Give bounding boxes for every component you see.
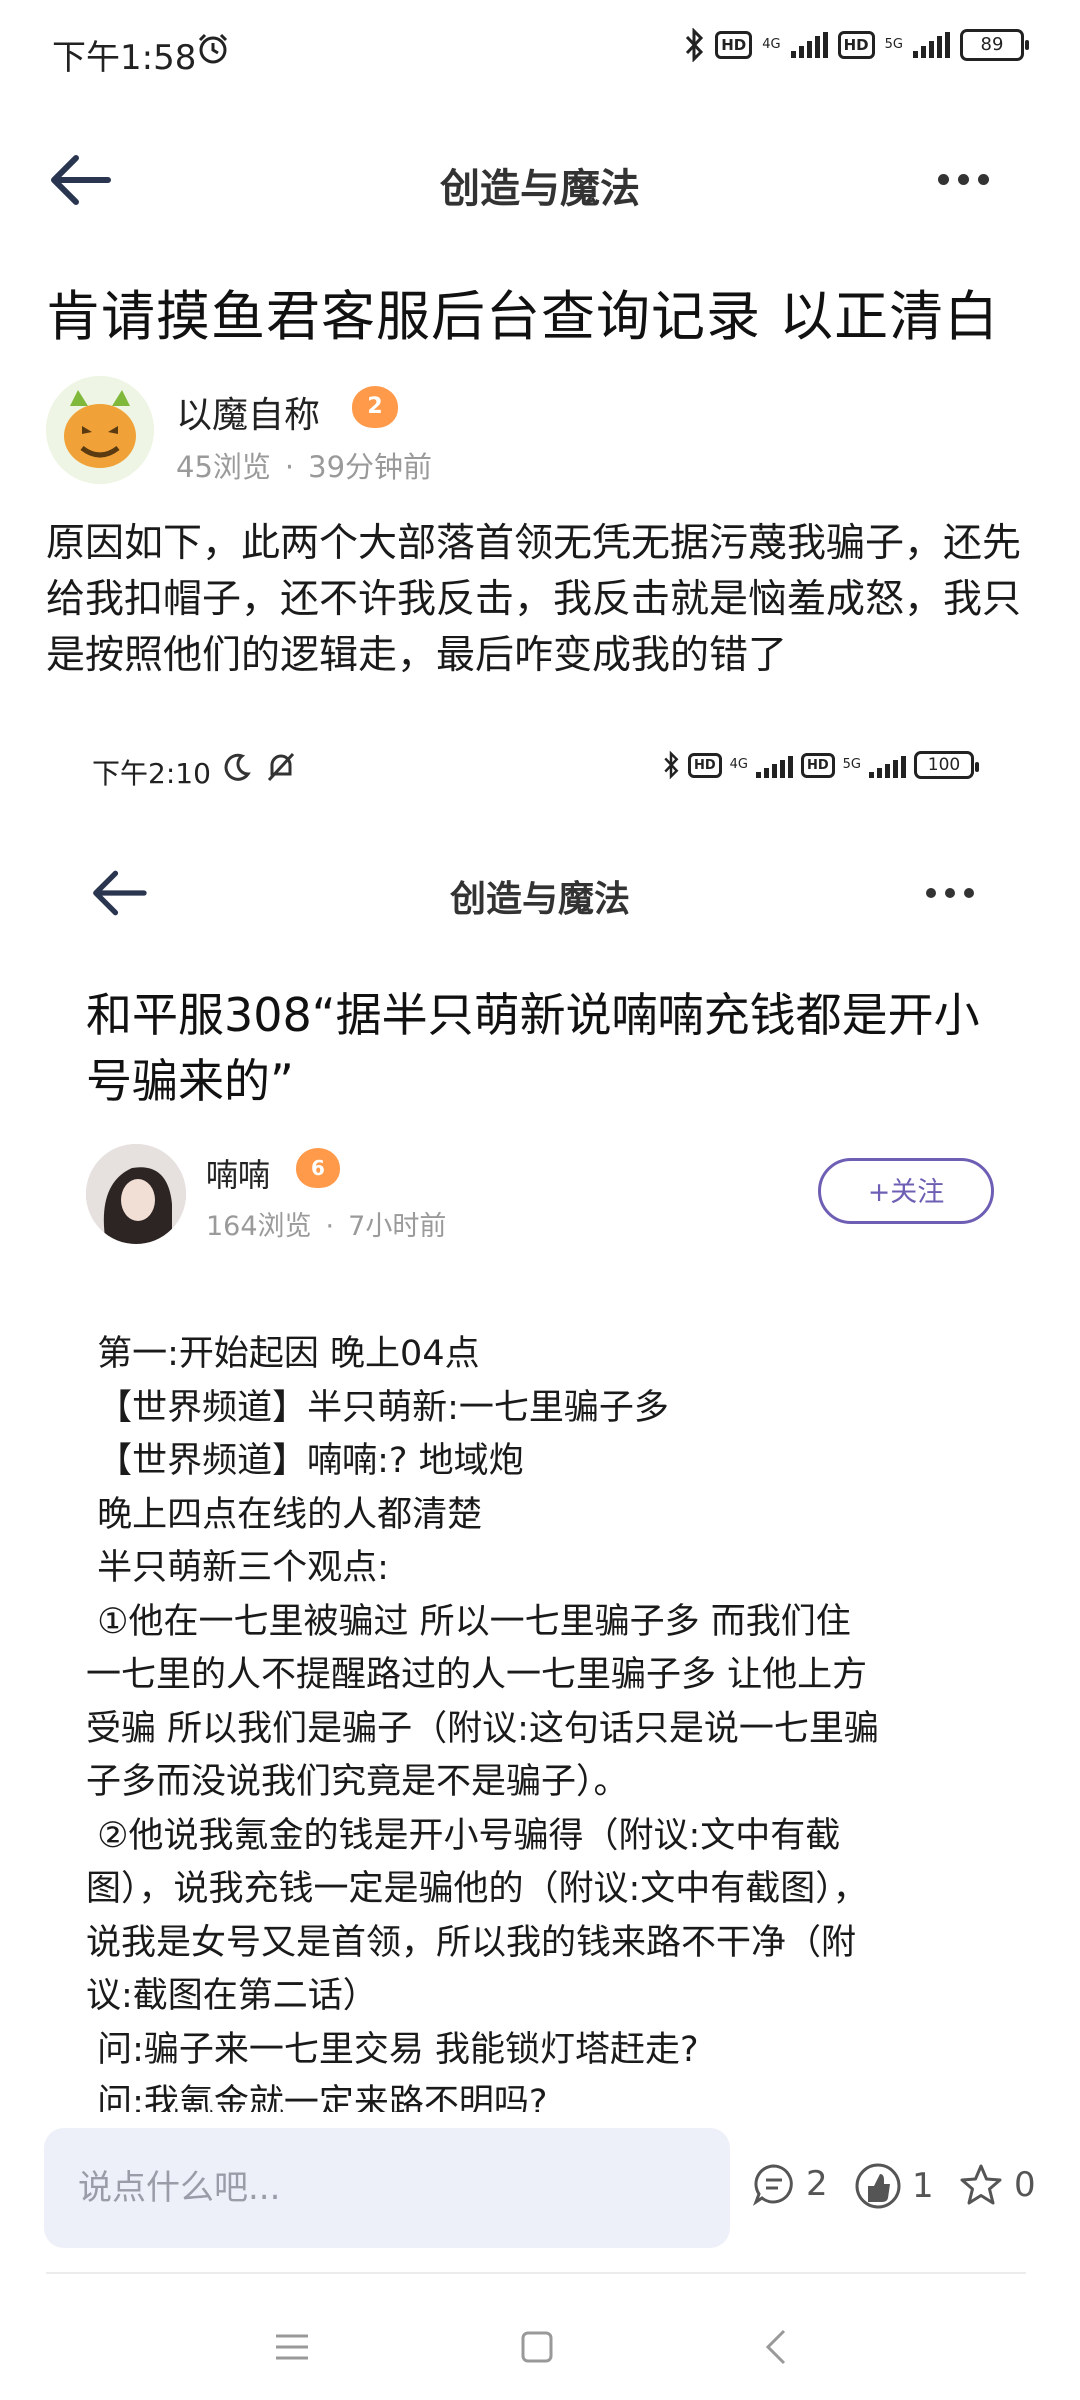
- embedded-meta-dot: ·: [325, 1211, 335, 1242]
- favorite-count: 0: [1014, 2165, 1036, 2205]
- signal-icon: [790, 32, 828, 58]
- bottom-divider: [46, 2272, 1026, 2274]
- content-line: 受骗 所以我们是骗子（附议:这句话只是说一七里骗: [86, 1708, 879, 1749]
- embedded-signal-icon: [755, 752, 793, 778]
- embedded-bluetooth-icon: [664, 750, 679, 780]
- back-icon[interactable]: [764, 2328, 788, 2366]
- content-line: 图），说我充钱一定是骗他的（附议:文中有截图），: [86, 1869, 868, 1909]
- content-line: 半只萌新三个观点:: [86, 1548, 389, 1588]
- embedded-view-count: 164浏览: [206, 1211, 312, 1242]
- status-time: 下午1:58: [52, 38, 197, 78]
- content-line: 议:截图在第二话）: [86, 1976, 378, 2016]
- content-line: 【世界频道】喃喃:? 地域炮: [86, 1441, 524, 1481]
- content-line: 晚上四点在线的人都清楚: [86, 1494, 483, 1535]
- view-count: 45浏览: [176, 450, 271, 484]
- content-line: 说我是女号又是首领，所以我的钱来路不干净（附: [86, 1922, 857, 1963]
- embedded-screenshot[interactable]: 下午2:10 HD 4G HD 5G 100 创造与魔法 和平服308“据半只萌…: [0, 720, 1080, 2120]
- bluetooth-icon: [686, 28, 704, 62]
- girl-avatar-icon: [86, 1144, 186, 1244]
- hd-badge: HD: [715, 31, 753, 59]
- signal-icon-2: [913, 32, 950, 58]
- embedded-level-badge: 6: [296, 1148, 340, 1188]
- like-count: 1: [912, 2166, 934, 2206]
- content-line: 子多而没说我们究竟是不是骗子）。: [86, 1762, 629, 1802]
- mute-bell-icon: [267, 752, 295, 782]
- comment-input[interactable]: 说点什么吧...: [44, 2128, 730, 2248]
- moon-icon: [224, 753, 251, 781]
- alarm-icon: [198, 33, 228, 64]
- embedded-post-title: 和平服308“据半只萌新说喃喃充钱都是开小号骗来的”: [86, 988, 980, 1108]
- level-badge: 2: [352, 386, 398, 428]
- comment-count-button[interactable]: 2: [752, 2162, 828, 2206]
- menu-icon[interactable]: [274, 2332, 310, 2362]
- hd-badge-2: HD: [837, 31, 875, 59]
- embedded-signal-icon-2: [869, 752, 906, 778]
- post-meta: 45浏览 · 39分钟前: [176, 444, 432, 486]
- content-line: 第一:开始起因 晚上04点: [86, 1334, 480, 1374]
- content-line: 问:骗子来一七里交易 我能锁灯塔赶走?: [86, 2029, 699, 2070]
- network-type-2: 5G: [884, 37, 903, 52]
- nav-bar: 创造与魔法: [0, 130, 1080, 230]
- comment-bar: 说点什么吧... 2 1 0: [0, 2112, 1080, 2248]
- embedded-post-content: 第一:开始起因 晚上04点 【世界频道】半只萌新:一七里骗子多 【世界频道】喃喃…: [86, 1328, 1016, 2120]
- content-line: ②他说我氪金的钱是开小号骗得（附议:文中有截: [86, 1815, 841, 1856]
- more-options-icon[interactable]: [938, 174, 989, 185]
- star-icon: [960, 2164, 1002, 2205]
- author-name[interactable]: 以魔自称: [176, 386, 320, 438]
- embedded-network-type-1: 4G: [729, 757, 748, 772]
- like-count-button[interactable]: 1: [854, 2162, 934, 2210]
- embedded-status-icons: HD 4G HD 5G 100: [662, 750, 979, 780]
- embedded-post-meta: 164浏览 · 7小时前: [206, 1204, 446, 1243]
- embedded-more-icon: [926, 888, 974, 898]
- nav-title: 创造与魔法: [440, 166, 640, 212]
- post-body: 原因如下，此两个大部落首领无凭无据污蔑我骗子，还先给我扣帽子，还不许我反击，我反…: [46, 521, 1022, 678]
- comment-icon: [752, 2164, 793, 2206]
- embedded-battery-icon: 100: [914, 751, 979, 779]
- author-avatar[interactable]: [46, 376, 154, 484]
- embedded-post-time: 7小时前: [348, 1211, 447, 1242]
- embedded-network-type-2: 5G: [842, 757, 861, 772]
- pumpkin-avatar-icon: [46, 376, 154, 484]
- embedded-nav-title: 创造与魔法: [449, 879, 630, 920]
- content-line: 一七里的人不提醒路过的人一七里骗子多 让他上方: [86, 1655, 868, 1695]
- battery-icon: 89: [960, 29, 1029, 61]
- embedded-author-name: 喃喃: [206, 1156, 271, 1194]
- system-nav-bar: [0, 2300, 1080, 2400]
- content-line: 【世界频道】半只萌新:一七里骗子多: [86, 1387, 669, 1428]
- post-title: 肯请摸鱼君客服后台查询记录 以正清白: [46, 285, 1000, 348]
- home-icon[interactable]: [520, 2330, 554, 2364]
- status-bar: 下午1:58 HD 4G HD 5G 89: [0, 0, 1080, 104]
- embedded-hd-badge-2: HD: [800, 752, 835, 778]
- favorite-count-button[interactable]: 0: [958, 2162, 1036, 2208]
- embedded-follow-button: +关注: [818, 1158, 994, 1224]
- post-time: 39分钟前: [308, 450, 433, 484]
- embedded-status-time: 下午2:10: [92, 757, 211, 790]
- status-icons: HD 4G HD 5G 89: [683, 28, 1029, 62]
- comment-count: 2: [806, 2164, 828, 2204]
- embedded-hd-badge: HD: [687, 752, 722, 778]
- meta-dot: ·: [284, 450, 295, 484]
- embedded-author-avatar: [86, 1144, 186, 1244]
- network-type-1: 4G: [762, 37, 781, 52]
- like-icon: [855, 2163, 901, 2209]
- content-line: ①他在一七里被骗过 所以一七里骗子多 而我们住: [86, 1601, 851, 1642]
